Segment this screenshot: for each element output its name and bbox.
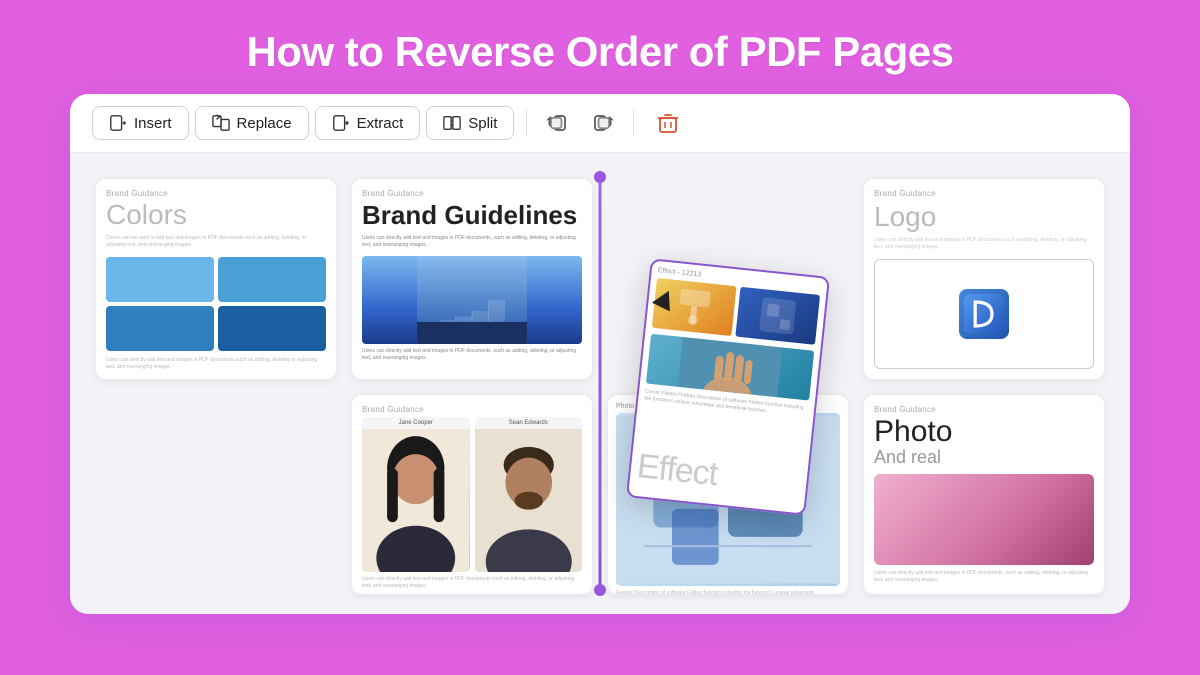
- blue-block-icon: [735, 286, 820, 344]
- effect-img-blue: [735, 286, 820, 344]
- insert-icon: [109, 114, 127, 132]
- effect-img-teal: [646, 333, 814, 400]
- effect-title: Effect: [635, 447, 802, 503]
- logo-card[interactable]: Brand Guidance Logo Users can directly a…: [864, 179, 1104, 379]
- colors-footer: Users can directly add text and images i…: [106, 357, 326, 371]
- swatch-3: [106, 306, 214, 351]
- photo-gradient: [874, 474, 1094, 566]
- reverse-left-button[interactable]: [539, 104, 577, 142]
- insert-button[interactable]: Insert: [92, 106, 189, 140]
- people-card-label: Brand Guidance: [362, 405, 582, 414]
- insert-label: Insert: [134, 115, 172, 132]
- reverse-left-icon: [544, 109, 572, 137]
- pages-area: Brand Guidance Colors Colors can be used…: [70, 153, 1130, 614]
- swatch-4: [218, 306, 326, 351]
- brand-card[interactable]: Brand Guidance Brand Guidelines Users ca…: [352, 179, 592, 379]
- swatch-2: [218, 257, 326, 302]
- divider-2: [633, 109, 634, 137]
- brand-card-body2: Users can directly add text and images i…: [362, 348, 582, 363]
- app-window: Insert Replace Extract: [70, 94, 1130, 614]
- effect-card-wrapper: Effect - 12213: [600, 171, 856, 602]
- colors-card-body: Colors can be used to add text and image…: [106, 235, 326, 249]
- timeline-dot-bottom: [594, 584, 606, 596]
- person-card-john: Sean Edwards: [475, 417, 583, 572]
- logo-card-body: Users can directly add text and images i…: [874, 237, 1094, 251]
- person-jane-photo: [362, 429, 470, 572]
- people-card[interactable]: Brand Guidance Jane Cooper: [352, 395, 592, 595]
- stairs-svg: [362, 256, 582, 344]
- logo-d-svg: [964, 294, 1004, 334]
- person-jane-name: Jane Cooper: [362, 417, 470, 429]
- reverse-right-icon: [588, 109, 616, 137]
- colors-card-label: Brand Guidance: [106, 189, 326, 198]
- reverse-right-button[interactable]: [583, 104, 621, 142]
- swatch-1: [106, 257, 214, 302]
- photo-card-label: Brand Guidance: [874, 405, 1094, 414]
- replace-label: Replace: [237, 115, 292, 132]
- colors-card[interactable]: Brand Guidance Colors Colors can be used…: [96, 179, 336, 379]
- replace-icon: [212, 114, 230, 132]
- brand-card-image: [362, 256, 582, 344]
- person-john-photo: [475, 429, 583, 572]
- people-footer: Users can directly add text and images i…: [362, 576, 582, 590]
- delete-button[interactable]: [650, 105, 686, 141]
- trash-icon: [655, 110, 681, 136]
- photo-card-body: Users can directly add text and images i…: [874, 570, 1094, 584]
- brand-card-body1: Users can directly add text and images i…: [362, 235, 582, 250]
- split-icon: [443, 114, 461, 132]
- toolbar: Insert Replace Extract: [70, 94, 1130, 153]
- people-grid: Jane Cooper: [362, 417, 582, 572]
- split-button[interactable]: Split: [426, 106, 514, 140]
- replace-button[interactable]: Replace: [195, 106, 309, 140]
- brand-card-label: Brand Guidance: [362, 189, 582, 198]
- color-swatches: [106, 257, 326, 351]
- page-title: How to Reverse Order of PDF Pages: [246, 28, 953, 76]
- person-john-name: Sean Edwards: [475, 417, 583, 429]
- timeline-dot-top: [594, 171, 606, 183]
- extract-icon: [332, 114, 350, 132]
- photo-card[interactable]: Brand Guidance Photo And real Users can …: [864, 395, 1104, 595]
- john-avatar-svg: [475, 429, 583, 572]
- photo-card-subtitle: And real: [874, 447, 1094, 468]
- photo-card-title: Photo: [874, 417, 1094, 447]
- hand-icon: [646, 333, 814, 400]
- divider-1: [526, 109, 527, 137]
- colors-card-title: Colors: [106, 201, 326, 229]
- logo-card-title: Logo: [874, 201, 1094, 233]
- extract-button[interactable]: Extract: [315, 106, 421, 140]
- timeline-line: [599, 171, 602, 596]
- jane-avatar-svg: [362, 429, 470, 572]
- person-card-jane: Jane Cooper: [362, 417, 470, 572]
- logo-d-shape: [959, 289, 1009, 339]
- logo-box: [874, 259, 1094, 369]
- logo-card-label: Brand Guidance: [874, 189, 1094, 198]
- effect-card[interactable]: Effect - 12213: [626, 258, 830, 516]
- split-label: Split: [468, 115, 497, 132]
- brand-card-title: Brand Guidelines: [362, 201, 582, 230]
- extract-label: Extract: [357, 115, 404, 132]
